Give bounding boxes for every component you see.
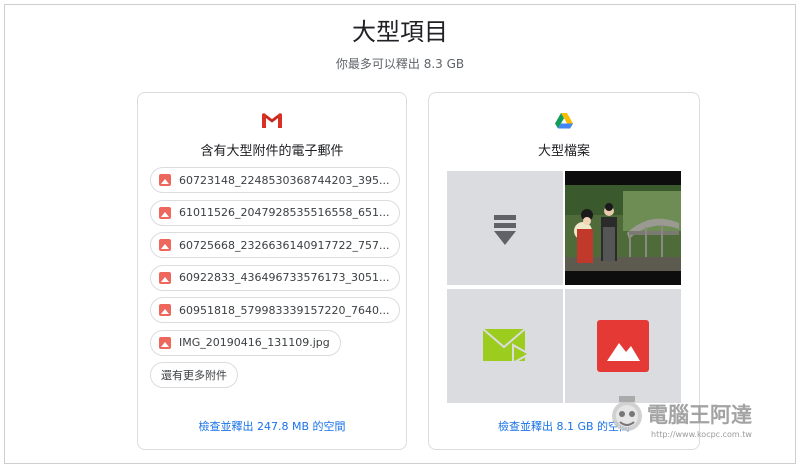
- drive-card-title: 大型檔案: [537, 144, 590, 159]
- image-icon: [159, 174, 171, 186]
- email-video-icon: [482, 328, 532, 365]
- kocpc-watermark-logo: 電腦王阿達 http://www.kocpc.com.tw: [612, 396, 752, 439]
- attachment-chip[interactable]: 60951818_579983339157220_7640...: [150, 297, 401, 323]
- watermark-brand: 電腦王阿達: [647, 403, 752, 427]
- attachment-chip[interactable]: 61011526_2047928535516558_651...: [150, 199, 401, 226]
- download-icon: [494, 215, 516, 245]
- attachment-list: 60723148_2248530368744203_395... 6101152…: [150, 167, 401, 388]
- file-tile[interactable]: [565, 289, 681, 403]
- attachment-chip[interactable]: 60922833_436496733576173_3051...: [150, 264, 401, 291]
- attachment-chip[interactable]: IMG_20190416_131109.jpg: [150, 329, 341, 356]
- page-subtitle: 你最多可以釋出 8.3 GB: [335, 57, 465, 71]
- file-tile[interactable]: [447, 171, 563, 285]
- attachment-chip[interactable]: 60725668_2326636140917722_757...: [150, 232, 401, 258]
- image-file-icon: [597, 320, 649, 372]
- attachment-name: IMG_20190416_131109.jpg: [179, 336, 330, 349]
- image-icon: [159, 304, 171, 316]
- image-icon: [159, 336, 171, 349]
- gmail-free-space-link[interactable]: 檢查並釋出 247.8 MB 的空間: [138, 418, 406, 434]
- gmail-card-title: 含有大型附件的電子郵件: [200, 144, 344, 159]
- more-attachments-button[interactable]: 還有更多附件: [150, 362, 238, 388]
- page-title: 大型項目: [352, 18, 448, 46]
- large-files-grid: [447, 171, 683, 403]
- attachment-name: 60725668_2326636140917722_757...: [179, 238, 390, 252]
- image-icon: [159, 271, 171, 284]
- watermark-url: http://www.kocpc.com.tw: [651, 430, 752, 439]
- gmail-large-attachments-card: 含有大型附件的電子郵件 60723148_2248530368744203_39…: [137, 92, 407, 450]
- gmail-icon: [138, 113, 406, 131]
- photo-thumbnail: [565, 171, 681, 285]
- image-icon: [159, 239, 171, 251]
- google-drive-icon: [429, 113, 699, 131]
- attachment-name: 60723148_2248530368744203_395...: [179, 173, 390, 187]
- attachment-name: 60922833_436496733576173_3051...: [179, 271, 390, 284]
- attachment-chip[interactable]: 60723148_2248530368744203_395...: [150, 167, 401, 193]
- file-tile[interactable]: [447, 289, 563, 403]
- image-icon: [159, 206, 171, 219]
- attachment-name: 61011526_2047928535516558_651...: [179, 206, 390, 219]
- file-tile[interactable]: [565, 171, 681, 285]
- attachment-name: 60951818_579983339157220_7640...: [179, 303, 390, 317]
